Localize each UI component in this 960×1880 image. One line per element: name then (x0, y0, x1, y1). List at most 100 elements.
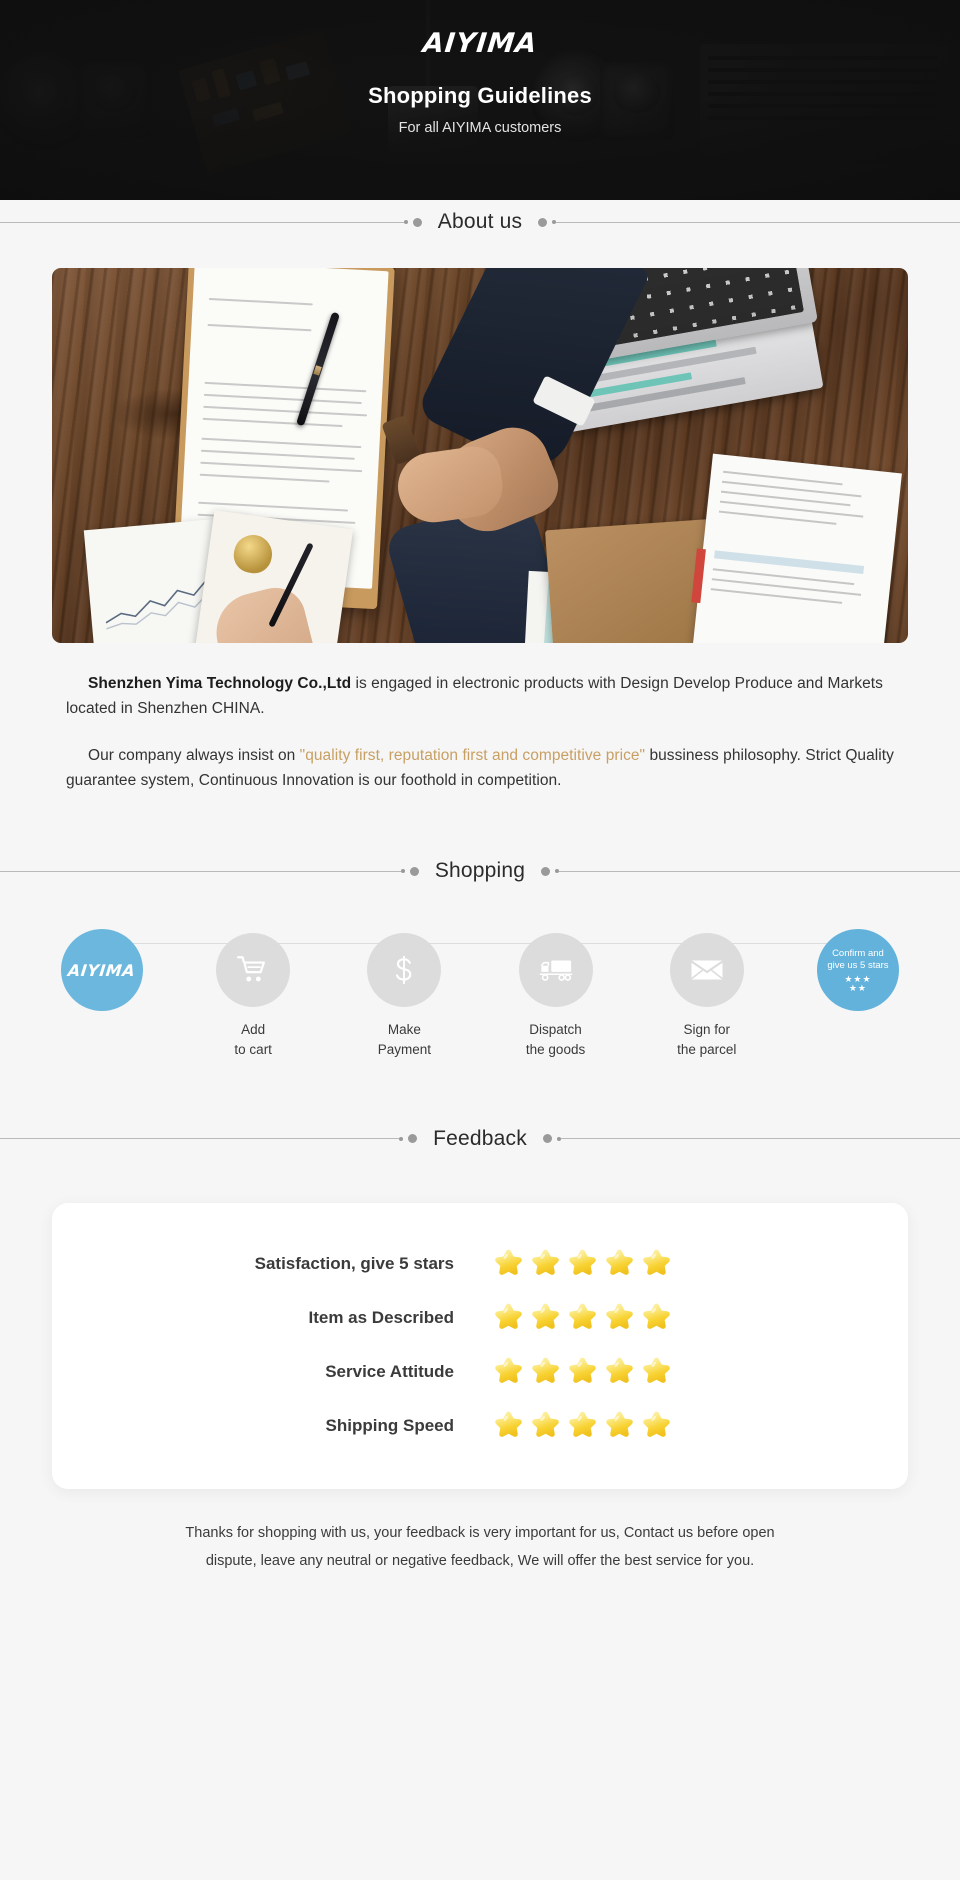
spreadsheet-report (691, 453, 902, 643)
step-label-line2: the parcel (677, 1041, 737, 1057)
about-paragraph-1: Shenzhen Yima Technology Co.,Ltd is enga… (66, 671, 894, 721)
handshake-business-photo (52, 268, 908, 643)
five-stars-icon: Confirm and give us 5 stars ★★★ ★★ (816, 929, 899, 1012)
page-subtitle: For all AIYIMA customers (398, 120, 562, 136)
divider-line-right (560, 1138, 960, 1140)
large-dot-icon (538, 217, 548, 227)
step-label-line2: to cart (234, 1041, 272, 1057)
star-icon (606, 1411, 633, 1438)
step-label-line1: Sign for (683, 1022, 730, 1038)
about-paragraph-2-pre: Our company always insist on (88, 747, 300, 765)
large-dot-icon (541, 866, 551, 876)
divider-dots-right (538, 217, 557, 227)
divider-dots-left (403, 217, 422, 227)
delivery-truck-glyph (539, 960, 572, 982)
divider-dots-left (400, 866, 419, 876)
step-label-sign-for-parcel: Sign for the parcel (677, 1020, 736, 1058)
confirm-stars: ★★★ ★★ (844, 974, 871, 993)
about-text-block: Shenzhen Yima Technology Co.,Ltd is enga… (0, 643, 960, 793)
feedback-row: Item as Described (52, 1291, 908, 1345)
delivery-truck-icon (518, 933, 593, 1008)
shopping-guidelines-page: AIYIMA Shopping Guidelines For all AIYIM… (0, 0, 960, 1880)
step-label-make-payment: Make Payment (378, 1020, 431, 1058)
page-banner: AIYIMA Shopping Guidelines For all AIYIM… (0, 0, 960, 200)
step-label-line2: Payment (377, 1041, 432, 1057)
confirm-text-line2: give us 5 stars (827, 960, 889, 972)
step-brand: AIYIMA (36, 929, 168, 1012)
star-icon (495, 1357, 522, 1384)
small-dot-icon (400, 869, 405, 874)
star-icon (643, 1357, 670, 1384)
shopping-steps-container: AIYIMA Add to cart Make Payment Dispatch… (0, 893, 960, 1058)
section-title-feedback: Feedback (433, 1126, 527, 1150)
divider-dots-left (399, 1134, 418, 1144)
feedback-row-stars[interactable] (492, 1355, 673, 1388)
step-label-line1: Make (387, 1022, 421, 1038)
star-icon (495, 1249, 522, 1276)
star-icon (569, 1357, 596, 1384)
page-title: Shopping Guidelines (368, 83, 592, 108)
star-icon (532, 1357, 559, 1384)
about-paragraph-2: Our company always insist on "quality fi… (66, 743, 894, 793)
large-dot-icon (408, 1134, 418, 1144)
feedback-row-label: Shipping Speed (325, 1415, 454, 1435)
step-make-payment[interactable]: Make Payment (338, 933, 470, 1058)
quality-slogan: "quality first, reputation first and com… (299, 747, 646, 765)
aiyima-logo: AIYIMA (421, 28, 539, 59)
step-label-line1: Dispatch (529, 1022, 582, 1038)
envelope-icon (669, 933, 744, 1008)
star-icon (606, 1357, 633, 1384)
divider-dots-right (542, 1134, 561, 1144)
star-icon (606, 1249, 633, 1276)
feedback-row-stars[interactable] (492, 1409, 673, 1442)
step-dispatch-goods[interactable]: Dispatch the goods (490, 933, 622, 1058)
large-dot-icon (409, 866, 419, 876)
divider-line-left (0, 1138, 400, 1140)
about-photo-container (0, 244, 960, 643)
star-icon (643, 1249, 670, 1276)
star-icon (495, 1303, 522, 1330)
feedback-row-label: Satisfaction, give 5 stars (254, 1253, 454, 1273)
feedback-row: Service Attitude (52, 1345, 908, 1399)
star-icon (643, 1303, 670, 1330)
feedback-row-label: Service Attitude (325, 1361, 454, 1381)
star-icon (495, 1411, 522, 1438)
envelope-glyph (690, 960, 723, 980)
divider-line-left (0, 870, 401, 872)
section-title-about: About us (437, 210, 523, 233)
company-name: Shenzhen Yima Technology Co.,Ltd (88, 675, 352, 692)
feedback-rows: Satisfaction, give 5 stars Item as Descri… (52, 1237, 908, 1453)
large-dot-icon (412, 217, 422, 227)
star-icon (532, 1411, 559, 1438)
step-add-to-cart[interactable]: Add to cart (187, 933, 319, 1058)
divider-dots-right (541, 866, 560, 876)
confirm-text-line1: Confirm and (832, 948, 884, 960)
feedback-row: Satisfaction, give 5 stars (52, 1237, 908, 1291)
step-confirm-five-stars[interactable]: Confirm and give us 5 stars ★★★ ★★ (792, 929, 924, 1012)
dollar-sign-glyph (396, 956, 412, 985)
star-icon (569, 1303, 596, 1330)
step-label-line2: the goods (525, 1041, 586, 1057)
divider-line-right (556, 221, 960, 223)
divider-line-right (559, 870, 960, 872)
small-dot-icon (399, 1136, 404, 1141)
star-icon (643, 1411, 670, 1438)
aiyima-logo-icon: AIYIMA (61, 929, 143, 1012)
footer-note: Thanks for shopping with us, your feedba… (0, 1489, 960, 1576)
stars-row-2: ★★ (848, 982, 867, 993)
star-icon (569, 1411, 596, 1438)
star-icon (532, 1303, 559, 1330)
feedback-row-stars[interactable] (492, 1301, 673, 1334)
feedback-row-stars[interactable] (492, 1247, 673, 1280)
footer-line-1: Thanks for shopping with us, your feedba… (185, 1524, 775, 1541)
shopping-cart-glyph (237, 956, 266, 982)
feedback-rating-card: Satisfaction, give 5 stars Item as Descri… (52, 1202, 908, 1489)
star-icon (606, 1303, 633, 1330)
step-sign-for-parcel[interactable]: Sign for the parcel (641, 933, 773, 1058)
step-label-dispatch-goods: Dispatch the goods (526, 1020, 585, 1058)
section-header-feedback: Feedback (0, 1117, 960, 1161)
small-dot-icon (403, 220, 408, 224)
shopping-cart-icon (216, 933, 291, 1008)
feedback-row-label: Item as Described (308, 1307, 454, 1327)
feedback-row: Shipping Speed (52, 1399, 908, 1453)
